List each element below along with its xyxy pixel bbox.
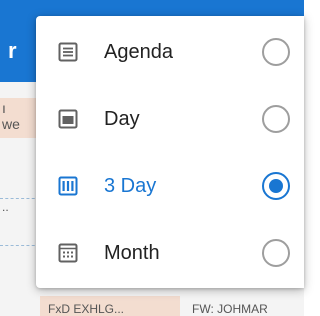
menu-item-month[interactable]: Month [36, 219, 304, 286]
dashed-selection [0, 198, 40, 246]
menu-item-label: Agenda [104, 41, 173, 63]
menu-item-day[interactable]: Day [36, 85, 304, 152]
menu-item-label: 3 Day [104, 175, 157, 197]
app-bar-title-fragment: r [8, 38, 17, 63]
three-day-icon [58, 176, 78, 196]
agenda-icon [58, 42, 78, 62]
menu-item-three-day[interactable]: 3 Day [36, 152, 304, 219]
bottom-text-fragment: FW: JOHMAR [192, 302, 268, 316]
view-menu: Agenda Day 3 Day Month [36, 16, 304, 288]
day-icon [58, 109, 78, 129]
month-icon [58, 243, 78, 263]
bottom-text-fragment: FxD EXHLG... [48, 302, 125, 316]
radio-agenda[interactable] [262, 38, 290, 66]
side-text-fragment: we [2, 116, 20, 132]
radio-three-day[interactable] [262, 172, 290, 200]
menu-item-label: Day [104, 108, 140, 130]
menu-item-agenda[interactable]: Agenda [36, 18, 304, 85]
radio-day[interactable] [262, 105, 290, 133]
radio-month[interactable] [262, 239, 290, 267]
side-text-fragment: ı [2, 100, 6, 116]
menu-item-label: Month [104, 242, 160, 264]
